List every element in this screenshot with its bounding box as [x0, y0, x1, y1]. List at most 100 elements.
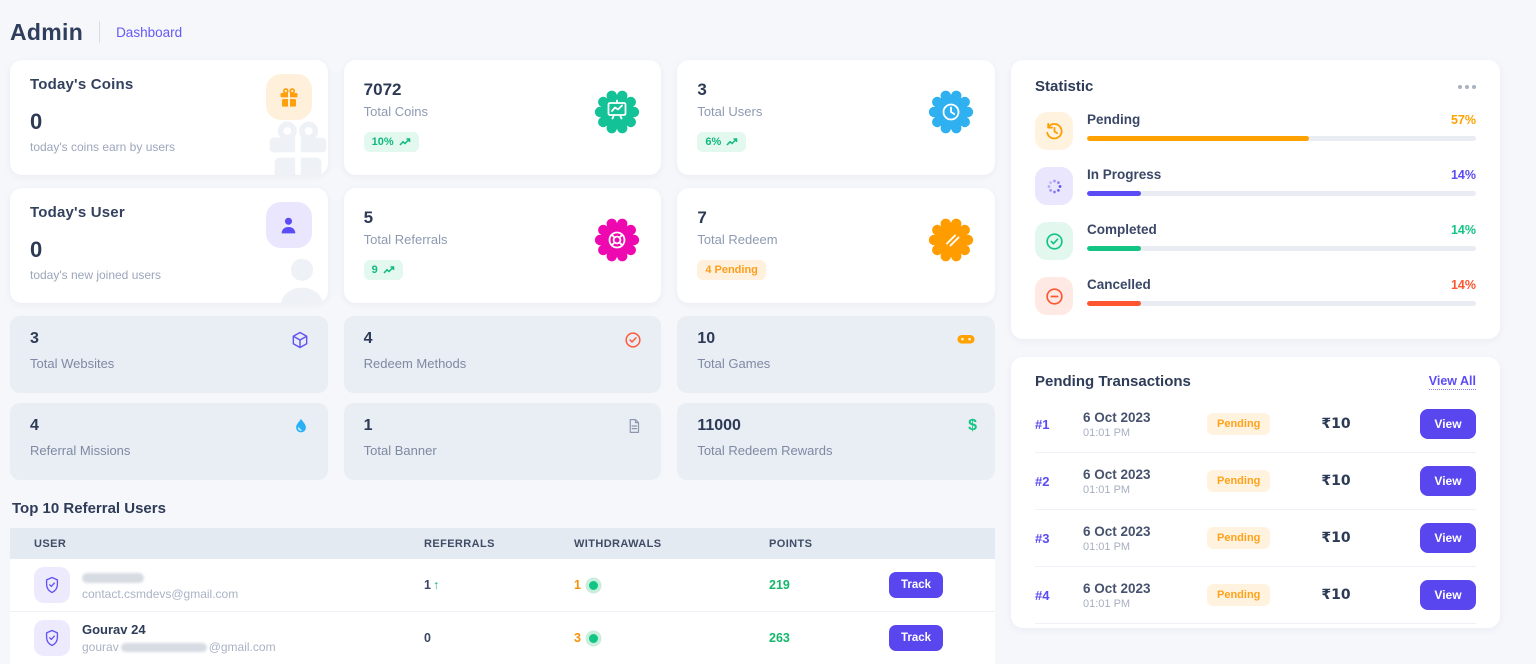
card-redeem-methods: 4 Redeem Methods: [344, 316, 662, 393]
trend-badge: 6%: [697, 132, 746, 152]
status-badge: Pending: [1207, 584, 1270, 606]
user-name: Gourav 24: [82, 622, 276, 637]
more-horizontal-icon[interactable]: [1458, 81, 1476, 93]
view-button[interactable]: View: [1420, 409, 1476, 439]
left-column: Today's Coins 0 today's coins earn by us…: [10, 60, 995, 664]
transaction-amount: ₹10: [1299, 587, 1373, 603]
view-button[interactable]: View: [1420, 523, 1476, 553]
progress-fill: [1087, 246, 1141, 251]
pending-count-badge: 4 Pending: [697, 260, 766, 280]
page-header: Admin Dashboard: [0, 0, 1536, 46]
card-total-coins: 7072 Total Coins 10%: [344, 60, 662, 175]
progress-track: [1087, 136, 1476, 141]
statistic-row-cancelled: Cancelled 14%: [1035, 277, 1476, 315]
mini-label: Total Websites: [30, 356, 308, 371]
flame-icon: [292, 417, 310, 435]
card-total-users: 3 Total Users 6%: [677, 60, 995, 175]
progress-track: [1087, 191, 1476, 196]
trending-up-icon: [383, 265, 395, 275]
card-todays-coins: Today's Coins 0 today's coins earn by us…: [10, 60, 328, 175]
stat-card-grid: Today's Coins 0 today's coins earn by us…: [10, 60, 995, 303]
header-divider: [99, 21, 100, 43]
statistic-label: Cancelled: [1087, 277, 1151, 292]
trend-badge: 10%: [364, 132, 419, 152]
statistic-percent: 57%: [1451, 113, 1476, 127]
card-total-redeem-rewards: 11000 Total Redeem Rewards $: [677, 403, 995, 480]
presentation-chart-badge-icon: [593, 88, 641, 136]
view-button[interactable]: View: [1420, 466, 1476, 496]
card-total-redeem: 7 Total Redeem 4 Pending: [677, 188, 995, 303]
mini-label: Referral Missions: [30, 443, 308, 458]
transaction-id: #3: [1035, 531, 1083, 546]
user-watermark-icon: [266, 247, 328, 303]
trending-up-icon: [399, 137, 411, 147]
transaction-row: #3 6 Oct 202301:01 PM Pending ₹10 View: [1035, 510, 1476, 567]
cube-icon: [290, 330, 310, 350]
column-header-user: USER: [34, 538, 424, 550]
mini-value: 10: [697, 330, 975, 348]
statistic-label: In Progress: [1087, 167, 1161, 182]
mini-value: 11000: [697, 417, 975, 435]
user-cell: contact.csmdevs@gmail.com: [34, 567, 424, 603]
spinner-icon: [1035, 167, 1073, 205]
shield-check-icon: [34, 620, 70, 656]
main-layout: Today's Coins 0 today's coins earn by us…: [0, 60, 1536, 664]
transaction-date: 6 Oct 202301:01 PM: [1083, 524, 1207, 553]
card-referral-missions: 4 Referral Missions: [10, 403, 328, 480]
referrals-cell: 1↑: [424, 578, 574, 592]
progress-fill: [1087, 191, 1141, 196]
gift-watermark-icon: [258, 111, 328, 175]
transaction-amount: ₹10: [1299, 473, 1373, 489]
progress-track: [1087, 301, 1476, 306]
view-button[interactable]: View: [1420, 580, 1476, 610]
referrals-cell: 0: [424, 631, 574, 645]
points-cell: 219: [769, 578, 889, 592]
card-total-games: 10 Total Games: [677, 316, 995, 393]
mini-card-grid: 3 Total Websites 4 Redeem Methods 10 Tot…: [10, 316, 995, 480]
clock-badge-icon: [927, 88, 975, 136]
column-header-referrals: REFERRALS: [424, 538, 574, 550]
track-button[interactable]: Track: [889, 625, 943, 651]
transaction-date: 6 Oct 202301:01 PM: [1083, 467, 1207, 496]
status-badge: Pending: [1207, 470, 1270, 492]
transaction-date: 6 Oct 202301:01 PM: [1083, 410, 1207, 439]
user-icon: [266, 202, 312, 248]
status-badge: Pending: [1207, 413, 1270, 435]
statistic-row-pending: Pending57%: [1035, 112, 1476, 150]
up-arrow-icon: ↑: [433, 578, 439, 592]
page-title: Admin: [10, 19, 83, 46]
table-row: Gourav 24 gourav@gmail.com 0 3 263 Track: [10, 612, 995, 664]
dollar-icon: $: [968, 417, 977, 435]
mini-value: 4: [30, 417, 308, 435]
card-total-banner: 1 Total Banner: [344, 403, 662, 480]
mini-label: Total Games: [697, 356, 975, 371]
column-header-points: POINTS: [769, 538, 889, 550]
mini-label: Total Redeem Rewards: [697, 443, 975, 458]
column-header-withdrawals: WITHDRAWALS: [574, 538, 769, 550]
statistic-percent: 14%: [1451, 278, 1476, 292]
progress-fill: [1087, 301, 1141, 306]
transaction-row: #1 6 Oct 202301:01 PM Pending ₹10 View: [1035, 396, 1476, 453]
transaction-amount: ₹10: [1299, 530, 1373, 546]
green-dot-icon: [589, 634, 598, 643]
view-all-link[interactable]: View All: [1429, 374, 1476, 390]
transaction-date: 6 Oct 202301:01 PM: [1083, 581, 1207, 610]
statistic-label: Completed: [1087, 222, 1157, 237]
trend-badge: 9: [364, 260, 403, 280]
track-button[interactable]: Track: [889, 572, 943, 598]
progress-fill: [1087, 136, 1309, 141]
status-badge: Pending: [1207, 527, 1270, 549]
right-column: Statistic Pending57% In Progress1: [1011, 60, 1500, 664]
mini-value: 1: [364, 417, 642, 435]
transaction-row: #2 6 Oct 202301:01 PM Pending ₹10 View: [1035, 453, 1476, 510]
progress-track: [1087, 246, 1476, 251]
breadcrumb-dashboard[interactable]: Dashboard: [116, 25, 182, 40]
user-email: contact.csmdevs@gmail.com: [82, 587, 238, 601]
transactions-list: #1 6 Oct 202301:01 PM Pending ₹10 View #…: [1035, 396, 1476, 624]
withdrawals-cell: 1: [574, 576, 769, 594]
user-cell: Gourav 24 gourav@gmail.com: [34, 620, 424, 656]
mini-label: Redeem Methods: [364, 356, 642, 371]
shield-check-icon: [34, 567, 70, 603]
history-icon: [1035, 112, 1073, 150]
green-dot-icon: [589, 581, 598, 590]
